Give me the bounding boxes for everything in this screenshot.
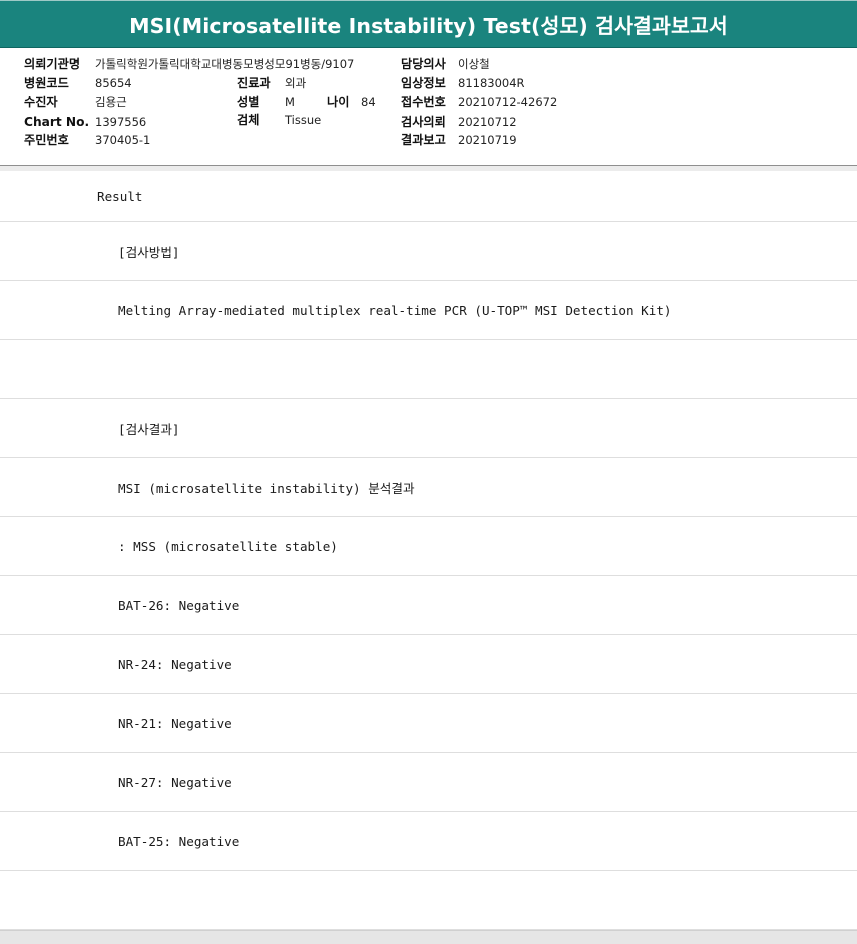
department-label: 진료과 [237,76,271,90]
patient-info-panel: 의뢰기관명 가톨릭학원가톨릭대학교대병동모병성모91병동/9107 담당의사 이… [0,48,857,166]
specimen-value: Tissue [285,113,322,127]
report-line [0,871,857,930]
examinee-value: 김용근 [95,95,127,109]
report-line: NR-21: Negative [0,694,857,753]
report-body: Result [검사방법] Melting Array-mediated mul… [0,171,857,930]
report-line: [검사결과] [0,399,857,458]
chart-no-label: Chart No. [24,115,90,129]
clinical-info-label: 임상정보 [401,76,446,90]
resident-no-value: 370405-1 [95,133,151,147]
bottom-bar [0,930,857,944]
report-line: BAT-25: Negative [0,812,857,871]
requesting-institution-value: 가톨릭학원가톨릭대학교대병동모병성모91병동/9107 [95,57,355,71]
report-line: NR-27: Negative [0,753,857,812]
report-line: Melting Array-mediated multiplex real-ti… [0,281,857,340]
department-value: 외과 [285,76,307,90]
age-label: 나이 [327,95,350,109]
report-title: MSI(Microsatellite Instability) Test(성모)… [129,14,728,38]
report-window: MSI(Microsatellite Instability) Test(성모)… [0,0,857,944]
requesting-institution-label: 의뢰기관명 [24,57,81,71]
report-title-bar: MSI(Microsatellite Instability) Test(성모)… [0,0,857,48]
hospital-code-value: 85654 [95,76,132,90]
specimen-label: 검체 [237,113,260,127]
clinical-info-value: 81183004R [458,76,525,90]
report-line: MSI (microsatellite instability) 분석결과 [0,458,857,517]
physician-label: 담당의사 [401,57,446,71]
physician-value: 이상철 [458,57,490,71]
resident-no-label: 주민번호 [24,133,69,147]
age-value: 84 [361,95,376,109]
receipt-no-value: 20210712-42672 [458,95,558,109]
report-line: : MSS (microsatellite stable) [0,517,857,576]
examinee-label: 수진자 [24,95,58,109]
result-report-value: 20210719 [458,133,517,147]
test-request-label: 검사의뢰 [401,115,446,129]
test-request-value: 20210712 [458,115,517,129]
sex-value: M [285,95,295,109]
report-line: Result [0,171,857,222]
sex-label: 성별 [237,95,260,109]
receipt-no-label: 접수번호 [401,95,446,109]
report-line [0,340,857,399]
chart-no-value: 1397556 [95,115,147,129]
hospital-code-label: 병원코드 [24,76,69,90]
result-report-label: 결과보고 [401,133,446,147]
report-line: BAT-26: Negative [0,576,857,635]
report-line: [검사방법] [0,222,857,281]
report-line: NR-24: Negative [0,635,857,694]
